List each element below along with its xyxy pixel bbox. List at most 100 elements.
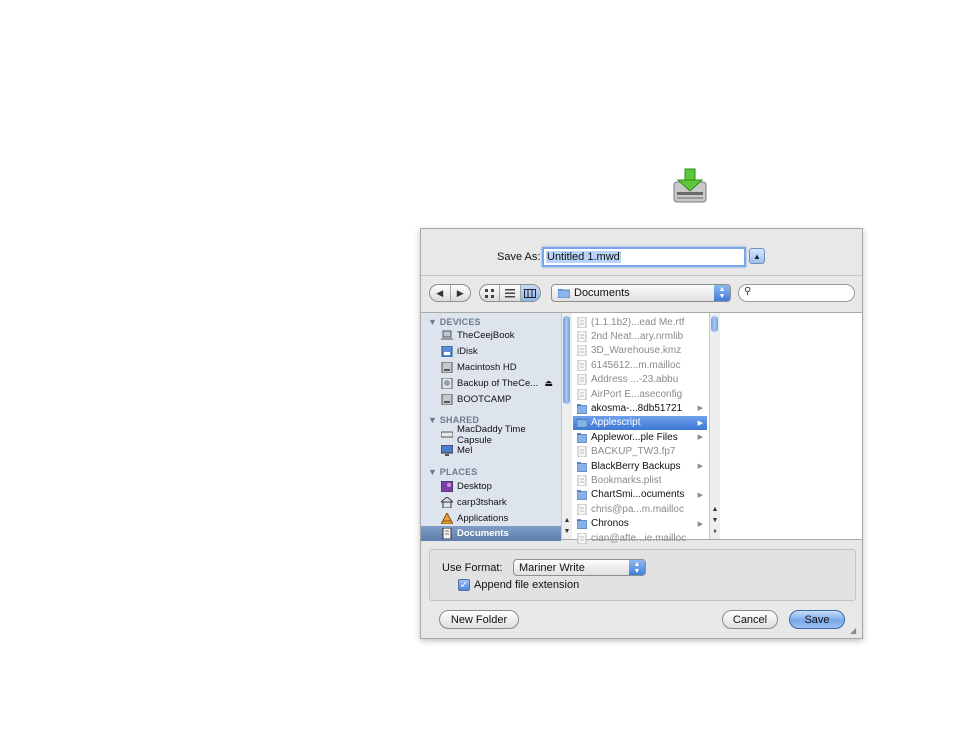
empty-column: [720, 313, 862, 539]
applications-icon: [441, 513, 453, 524]
folder-icon: [577, 432, 587, 443]
scroll-thumb[interactable]: [563, 316, 570, 404]
home-icon: [441, 497, 453, 508]
filename-field[interactable]: Untitled 1.mwd: [542, 247, 746, 267]
sidebar-item-label: Mel: [457, 445, 473, 456]
save-button[interactable]: Save: [789, 610, 845, 629]
file-row[interactable]: BACKUP_TW3.fp7: [573, 445, 707, 459]
file-row[interactable]: Bookmarks.plist: [573, 473, 707, 487]
file-name: Address ...-23.abbu: [591, 374, 679, 386]
resize-grip-icon[interactable]: ◢: [850, 626, 860, 636]
expand-button[interactable]: ▲: [749, 248, 765, 264]
scroll-arrows-icon[interactable]: ▲ ▼ ⏸: [710, 504, 720, 537]
sidebar-item-label: Macintosh HD: [457, 362, 517, 373]
sidebar-item-idisk[interactable]: iDisk: [441, 344, 559, 359]
folder-row[interactable]: Chronos ▶: [573, 517, 707, 531]
folder-row[interactable]: akosma-...8db51721 ▶: [573, 401, 707, 415]
format-value: Mariner Write: [519, 562, 585, 574]
folder-row[interactable]: ChartSmi...ocuments ▶: [573, 488, 707, 502]
save-dialog: Save As: Untitled 1.mwd ▲ ◀ ▶ Documents …: [420, 228, 863, 639]
disclosure-arrow-icon: ▶: [697, 491, 703, 499]
file-row[interactable]: 2nd Neat...ary.nrmlib: [573, 329, 707, 343]
sidebar-item-macdaddy[interactable]: MacDaddy Time Capsule: [441, 424, 559, 446]
save-as-label: Save As:: [497, 251, 541, 263]
filename-value: Untitled 1.mwd: [546, 251, 621, 263]
sidebar-item-bootcamp[interactable]: BOOTCAMP: [441, 392, 559, 407]
folder-row[interactable]: Applewor...ple Files ▶: [573, 430, 707, 444]
file-name: Chronos: [591, 518, 629, 530]
document-icon: [577, 316, 587, 328]
forward-arrow-icon: ▶: [456, 287, 464, 298]
file-row[interactable]: (1.1.1b2)...ead Me.rtf: [573, 315, 707, 329]
file-row[interactable]: AirPort E...aseconfig: [573, 387, 707, 401]
file-name: Applewor...ple Files: [591, 431, 678, 443]
file-row[interactable]: 3D_Warehouse.kmz: [573, 344, 707, 358]
file-row[interactable]: cian@afte...ie.mailloc: [573, 531, 707, 545]
search-icon: ⚲: [744, 286, 752, 297]
sidebar-item-mel[interactable]: Mel: [441, 443, 559, 458]
icon-view-button[interactable]: [480, 285, 499, 301]
scroll-arrows-icon[interactable]: ▲ ▼: [562, 515, 572, 537]
icon-view-icon: [485, 288, 495, 298]
sidebar-item-macintosh-hd[interactable]: Macintosh HD: [441, 360, 559, 375]
file-row[interactable]: 6145612...m.mailloc: [573, 358, 707, 372]
file-browser: ▼ DEVICES TheCeejBook iDisk Macintosh HD…: [421, 312, 862, 544]
checkmark-icon: ✓: [459, 580, 469, 591]
sidebar-item-label: Applications: [457, 513, 509, 524]
folder-icon: [577, 461, 587, 472]
back-arrow-icon: ◀: [436, 287, 444, 298]
document-icon: [577, 374, 587, 386]
file-name: (1.1.1b2)...ead Me.rtf: [591, 316, 685, 328]
append-extension-checkbox[interactable]: ✓: [458, 579, 470, 591]
back-button[interactable]: ◀: [430, 285, 450, 301]
new-folder-button[interactable]: New Folder: [439, 610, 519, 629]
disclosure-arrow-icon: ▶: [697, 405, 703, 413]
column-view-button[interactable]: [519, 285, 540, 301]
sidebar-item-theceejbook[interactable]: TheCeejBook: [441, 328, 559, 343]
location-popup[interactable]: Documents ▲ ▼: [551, 284, 731, 302]
forward-button[interactable]: ▶: [449, 285, 471, 301]
scroll-thumb[interactable]: [711, 316, 718, 332]
folder-row[interactable]: Applescript ▶: [573, 415, 707, 430]
cancel-button[interactable]: Cancel: [722, 610, 778, 629]
document-icon: [577, 532, 587, 544]
file-row[interactable]: Address ...-23.abbu: [573, 373, 707, 387]
location-label: Documents: [574, 287, 630, 299]
disclosure-arrow-icon: ▶: [697, 520, 703, 528]
file-name: Bookmarks.plist: [591, 474, 662, 486]
folder-row[interactable]: BlackBerry Backups ▶: [573, 459, 707, 473]
sidebar-item-desktop[interactable]: Desktop: [441, 479, 559, 494]
eject-icon[interactable]: ⏏: [544, 378, 553, 389]
toolbar: ◀ ▶ Documents ▲ ▼ ⚲: [421, 284, 862, 306]
list-view-button[interactable]: [499, 285, 519, 301]
folder-icon: [577, 519, 587, 529]
time-capsule-icon: [441, 431, 453, 438]
sidebar-item-applications[interactable]: Applications: [441, 511, 559, 526]
file-name: 6145612...m.mailloc: [591, 359, 681, 371]
sidebar-item-carp3tshark[interactable]: carp3tshark: [441, 495, 559, 510]
file-column: (1.1.1b2)...ead Me.rtf 2nd Neat...ary.nrm…: [573, 313, 709, 544]
sidebar: ▼ DEVICES TheCeejBook iDisk Macintosh HD…: [421, 313, 561, 541]
sidebar-scrollbar[interactable]: ▲ ▼: [561, 313, 572, 539]
back-forward-control: ◀ ▶: [429, 284, 471, 302]
sidebar-header-places: ▼ PLACES: [428, 467, 478, 477]
format-popup[interactable]: Mariner Write ▲ ▼: [513, 559, 646, 576]
list-view-icon: [504, 288, 515, 297]
document-icon: [577, 359, 587, 371]
sidebar-item-label: TheCeejBook: [457, 330, 515, 341]
file-row[interactable]: chris@pa...m.mailloc: [573, 502, 707, 516]
document-icon: [577, 446, 587, 458]
sidebar-header-devices: ▼ DEVICES: [428, 317, 481, 327]
hard-drive-icon: [441, 362, 453, 373]
file-name: akosma-...8db51721: [591, 402, 683, 414]
sidebar-item-backup[interactable]: Backup of TheCe... ⏏: [441, 376, 559, 391]
desktop-icon: [441, 481, 453, 492]
search-field[interactable]: ⚲: [738, 284, 855, 302]
sidebar-item-label: Desktop: [457, 481, 492, 492]
divider: [421, 275, 862, 276]
idisk-icon: [441, 346, 453, 357]
popup-arrows-icon: ▲ ▼: [714, 285, 730, 301]
sidebar-item-label: carp3tshark: [457, 497, 507, 508]
sidebar-item-label: Documents: [457, 528, 509, 539]
sidebar-item-documents[interactable]: Documents: [421, 526, 561, 541]
